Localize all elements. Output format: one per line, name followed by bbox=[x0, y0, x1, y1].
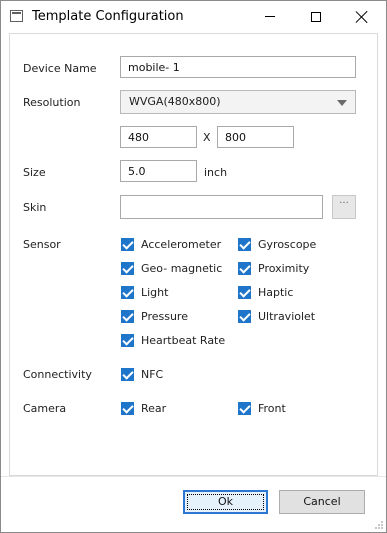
checkbox-label: Haptic bbox=[258, 285, 294, 299]
cancel-button[interactable]: Cancel bbox=[279, 490, 365, 514]
device-name-input[interactable] bbox=[120, 56, 356, 78]
camera-label: Camera bbox=[23, 402, 67, 415]
checkbox-label: Accelerometer bbox=[141, 237, 222, 251]
skin-browse-button[interactable]: ··· bbox=[332, 195, 356, 219]
connectivity-label: Connectivity bbox=[23, 368, 92, 381]
resolution-selected-value: WVGA(480x800) bbox=[129, 95, 221, 108]
camera-rear-checkbox[interactable]: Rear bbox=[121, 400, 166, 416]
sensor-light-checkbox[interactable]: Light bbox=[121, 284, 168, 300]
resolution-label: Resolution bbox=[23, 96, 81, 109]
focus-rectangle bbox=[187, 494, 264, 510]
close-icon bbox=[356, 11, 368, 23]
resolution-separator: X bbox=[203, 131, 211, 144]
checkbox-label: Rear bbox=[141, 401, 167, 415]
checkbox-label: Gyroscope bbox=[258, 237, 317, 251]
window-title: Template Configuration bbox=[32, 9, 184, 24]
checkbox-checked-icon bbox=[121, 401, 134, 415]
more-icon: ··· bbox=[339, 198, 349, 209]
chevron-down-icon bbox=[337, 100, 347, 106]
checkbox-label: Pressure bbox=[141, 309, 188, 323]
cancel-button-label: Cancel bbox=[303, 495, 341, 508]
size-input[interactable] bbox=[120, 160, 197, 182]
sensor-heartbeat-rate-checkbox[interactable]: Heartbeat Rate bbox=[121, 332, 225, 348]
skin-input[interactable] bbox=[120, 195, 323, 219]
sensor-gyroscope-checkbox[interactable]: Gyroscope bbox=[238, 236, 316, 252]
checkbox-checked-icon bbox=[121, 285, 134, 299]
sensor-accelerometer-checkbox[interactable]: Accelerometer bbox=[121, 236, 221, 252]
device-name-label: Device Name bbox=[23, 62, 97, 75]
template-configuration-dialog: Template Configuration Device Name Resol… bbox=[0, 0, 387, 533]
checkbox-label: Light bbox=[141, 285, 169, 299]
resize-grip-icon[interactable] bbox=[374, 520, 384, 530]
checkbox-checked-icon bbox=[238, 309, 251, 323]
size-label: Size bbox=[23, 166, 46, 179]
checkbox-checked-icon bbox=[121, 237, 134, 251]
sensor-proximity-checkbox[interactable]: Proximity bbox=[238, 260, 309, 276]
checkbox-checked-icon bbox=[238, 401, 251, 415]
size-unit: inch bbox=[204, 166, 228, 179]
checkbox-checked-icon bbox=[238, 237, 251, 251]
checkbox-label: Proximity bbox=[258, 261, 310, 275]
sensor-ultraviolet-checkbox[interactable]: Ultraviolet bbox=[238, 308, 315, 324]
connectivity-nfc-checkbox[interactable]: NFC bbox=[121, 366, 163, 382]
sensor-pressure-checkbox[interactable]: Pressure bbox=[121, 308, 188, 324]
checkbox-checked-icon bbox=[121, 261, 134, 275]
minimize-button[interactable] bbox=[247, 1, 293, 32]
checkbox-label: Ultraviolet bbox=[258, 309, 316, 323]
title-bar[interactable]: Template Configuration bbox=[1, 1, 386, 32]
ok-button[interactable]: Ok bbox=[183, 490, 268, 514]
window-app-icon bbox=[10, 10, 23, 22]
checkbox-checked-icon bbox=[238, 285, 251, 299]
camera-front-checkbox[interactable]: Front bbox=[238, 400, 286, 416]
checkbox-label: Front bbox=[258, 401, 286, 415]
resolution-height-input[interactable] bbox=[217, 126, 294, 148]
maximize-icon bbox=[311, 11, 321, 22]
sensor-haptic-checkbox[interactable]: Haptic bbox=[238, 284, 293, 300]
close-button[interactable] bbox=[339, 1, 385, 32]
skin-label: Skin bbox=[23, 201, 47, 214]
checkbox-label: NFC bbox=[141, 367, 164, 381]
resolution-select[interactable]: WVGA(480x800) bbox=[120, 90, 356, 114]
checkbox-checked-icon bbox=[238, 261, 251, 275]
sensor-label: Sensor bbox=[23, 238, 61, 251]
checkbox-checked-icon bbox=[121, 309, 134, 323]
resolution-width-input[interactable] bbox=[120, 126, 197, 148]
checkbox-label: Heartbeat Rate bbox=[141, 333, 226, 347]
checkbox-checked-icon bbox=[121, 333, 134, 347]
footer-divider bbox=[1, 476, 386, 477]
checkbox-label: Geo- magnetic bbox=[141, 261, 223, 275]
checkbox-checked-icon bbox=[121, 367, 134, 381]
sensor-geo-magnetic-checkbox[interactable]: Geo- magnetic bbox=[121, 260, 222, 276]
maximize-button[interactable] bbox=[293, 1, 339, 32]
minimize-icon bbox=[265, 16, 275, 17]
